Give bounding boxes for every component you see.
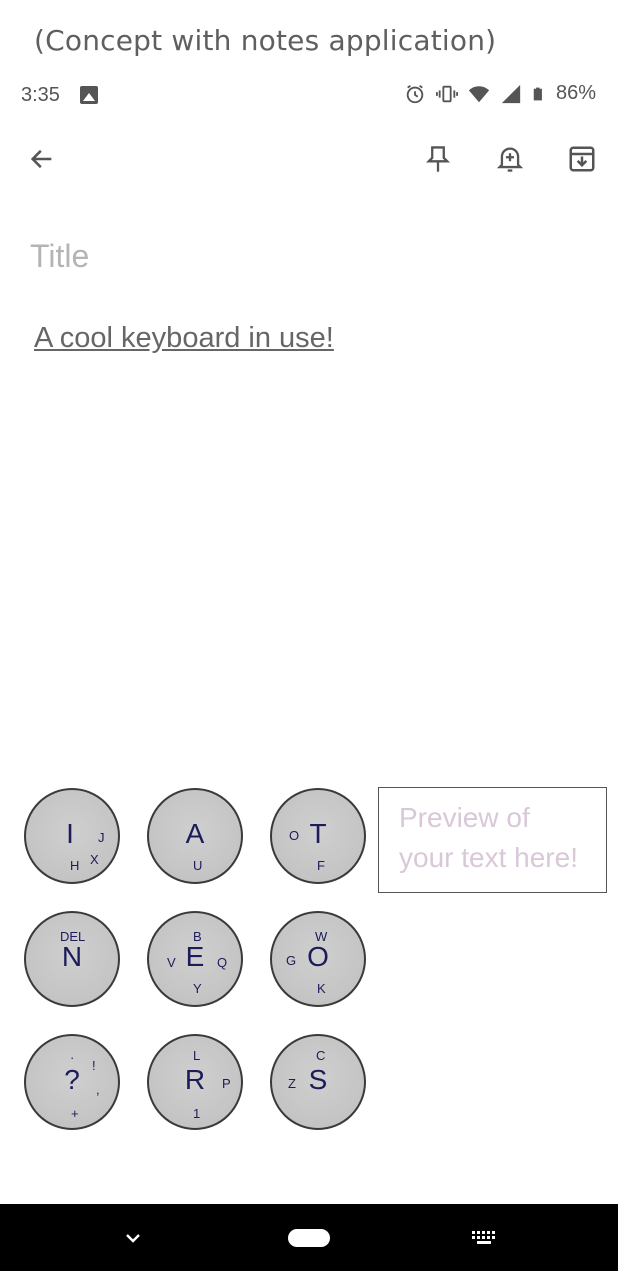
key-sub-label: Z (288, 1076, 296, 1091)
key-sub-label: L (193, 1048, 201, 1063)
key-a[interactable]: A U (147, 788, 243, 884)
note-toolbar (0, 134, 618, 184)
text-preview-box: Preview of your text here! (378, 787, 607, 893)
note-body-input[interactable]: A cool keyboard in use! (34, 322, 334, 355)
key-main-label: A (185, 818, 205, 849)
key-sub-label: W (315, 929, 328, 944)
wifi-icon (468, 85, 490, 102)
status-time: 3:35 (21, 84, 60, 106)
key-sub-label: C (316, 1048, 326, 1063)
key-t[interactable]: T O F (270, 788, 366, 884)
key-sub-label: P (222, 1076, 231, 1091)
key-sub-label: U (193, 858, 203, 873)
system-nav-bar (0, 1204, 618, 1271)
key-sub-label: Q (217, 955, 228, 970)
reminder-bell-icon[interactable] (490, 139, 530, 179)
key-sub-label: Y (193, 981, 202, 996)
key-n[interactable]: N DEL (24, 911, 120, 1007)
key-sub-label: B (193, 929, 202, 944)
key-main-label: N (61, 941, 83, 972)
key-main-label: S (308, 1064, 328, 1095)
key-main-label: ? (64, 1064, 80, 1095)
signal-icon (501, 84, 521, 103)
key-o[interactable]: O W G K (270, 911, 366, 1007)
key-e[interactable]: E B V Q Y (147, 911, 243, 1007)
note-title-input[interactable]: Title (30, 238, 89, 275)
hide-keyboard-chevron-icon[interactable] (118, 1220, 148, 1256)
key-sub-label: O (289, 828, 300, 843)
key-sub-label: X (90, 852, 99, 867)
key-sub-label: + (71, 1106, 79, 1121)
key-main-label: T (309, 818, 327, 849)
home-pill-icon[interactable] (287, 1220, 331, 1256)
key-s[interactable]: S C Z (270, 1034, 366, 1130)
vibrate-icon (435, 85, 458, 102)
pin-icon[interactable] (418, 139, 458, 179)
back-arrow-icon[interactable] (22, 139, 62, 179)
key-i[interactable]: I J H X (24, 788, 120, 884)
key-main-label: E (185, 941, 205, 972)
key-punctuation[interactable]: ? · ! , + (24, 1034, 120, 1130)
key-sub-label: J (98, 830, 105, 845)
key-sub-label: V (167, 955, 176, 970)
key-sub-label: , (96, 1082, 100, 1097)
key-sub-label: 1 (193, 1106, 201, 1121)
battery-percent: 86% (555, 82, 596, 104)
keyboard-switch-icon[interactable] (470, 1220, 498, 1256)
battery-icon (533, 87, 542, 100)
key-sub-label: DEL (60, 929, 86, 944)
key-sub-label: G (286, 953, 297, 968)
key-sub-label: H (70, 858, 80, 873)
key-sub-label: · (70, 1050, 75, 1065)
alarm-icon (406, 84, 424, 103)
caption-text: (Concept with notes application) (34, 24, 497, 57)
archive-icon[interactable] (562, 139, 602, 179)
key-r[interactable]: R L P 1 (147, 1034, 243, 1130)
image-icon (80, 86, 98, 104)
key-sub-label: F (317, 858, 325, 873)
key-sub-label: K (317, 981, 326, 996)
status-bar: 3:35 86% (0, 80, 618, 114)
key-sub-label: ! (92, 1058, 96, 1073)
